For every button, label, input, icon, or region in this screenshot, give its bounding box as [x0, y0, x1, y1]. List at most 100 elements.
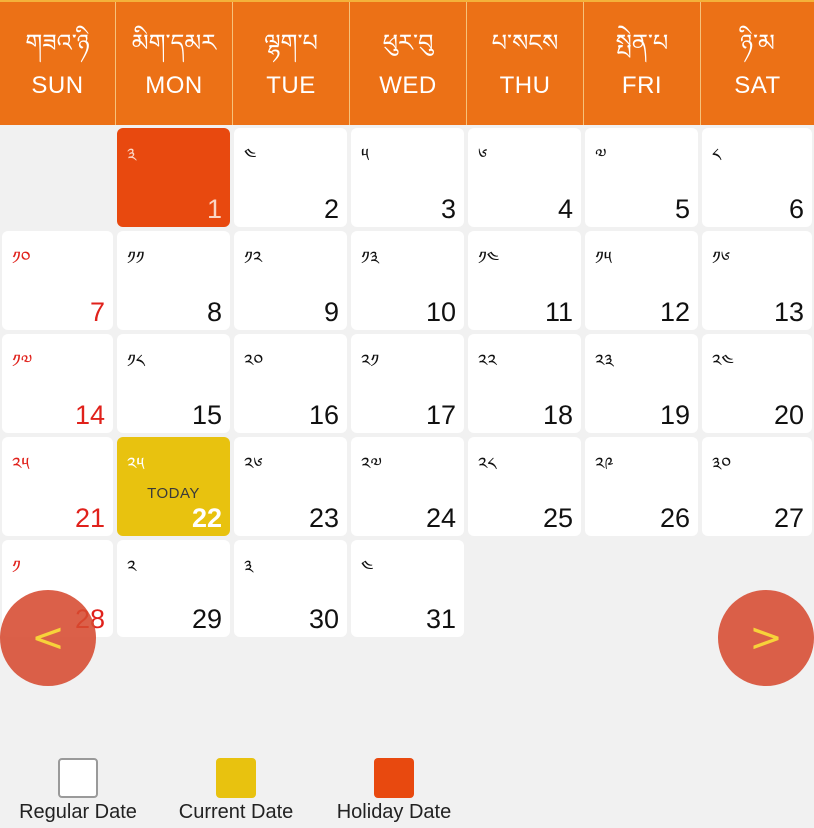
tibetan-day-number: ༡༣ — [361, 248, 379, 269]
weekday-tibetan-label: ལྷག་པ — [264, 28, 318, 57]
gregorian-day-number: 31 — [425, 604, 456, 634]
tibetan-day-number: ༡༢ — [244, 248, 263, 269]
tibetan-day-number: ༧ — [595, 145, 607, 166]
gregorian-day-number: 4 — [557, 194, 573, 224]
weekday-tibetan-label: ཉི་མ — [740, 28, 775, 57]
gregorian-day-number: 30 — [308, 604, 339, 634]
weekday-mon: མིག་དམར MON — [115, 2, 232, 125]
tibetan-day-number: ༣༠ — [712, 454, 732, 475]
weekday-english-label: SUN — [31, 71, 84, 99]
day-cell[interactable]: ༣༠ 27 — [702, 437, 812, 536]
day-cell[interactable]: ༨6 — [702, 128, 812, 227]
day-cell[interactable]: ༢༣ 19 — [585, 334, 698, 433]
legend-label: Holiday Date — [336, 801, 452, 823]
day-cell[interactable]: ༢༩ 26 — [585, 437, 698, 536]
day-cell[interactable]: ༢༢ 18 — [468, 334, 581, 433]
gregorian-day-number: 9 — [323, 297, 339, 327]
gregorian-day-number: 18 — [542, 400, 573, 430]
legend-label: Regular Date — [19, 801, 137, 823]
day-cell[interactable]: ༢༧ 24 — [351, 437, 464, 536]
gregorian-day-number: 16 — [308, 400, 339, 430]
day-cell[interactable]: ༡༣ 10 — [351, 231, 464, 330]
gregorian-day-number: 17 — [425, 400, 456, 430]
tibetan-day-number: ༡༧ — [12, 351, 33, 372]
weekday-thu: པ་སངས THU — [466, 2, 583, 125]
day-cell[interactable]: ༢༡ 17 — [351, 334, 464, 433]
day-cell[interactable]: ༤ 31 — [351, 540, 464, 637]
day-cell[interactable]: ༦4 — [468, 128, 581, 227]
tibetan-day-number: ༢༧ — [361, 454, 382, 475]
tibetan-day-number: ༡ — [12, 557, 21, 578]
day-cell[interactable]: ༢ 29 — [117, 540, 230, 637]
gregorian-day-number: 3 — [440, 194, 456, 224]
previous-month-button[interactable]: < — [0, 590, 96, 686]
day-cell[interactable]: ༡༠ 7 — [2, 231, 113, 330]
tibetan-day-number: ༦ — [478, 145, 488, 166]
day-cell[interactable]: ༢༤ 20 — [702, 334, 812, 433]
legend-swatch-current — [216, 758, 256, 798]
day-cell[interactable]: ༡༡ 8 — [117, 231, 230, 330]
day-cell[interactable]: ༧5 — [585, 128, 698, 227]
tibetan-day-number: ༡༤ — [478, 248, 500, 269]
day-cell[interactable]: ༥3 — [351, 128, 464, 227]
gregorian-day-number: 6 — [788, 194, 804, 224]
tibetan-day-number: ༢༨ — [478, 454, 497, 475]
day-cell[interactable]: ༡༦ 13 — [702, 231, 812, 330]
gregorian-day-number: 23 — [308, 503, 339, 533]
day-cell[interactable]: ༡༤ 11 — [468, 231, 581, 330]
next-month-button[interactable]: > — [718, 590, 814, 686]
day-cell-today[interactable]: ༢༥ TODAY 22 — [117, 437, 230, 536]
gregorian-day-number: 5 — [674, 194, 690, 224]
day-cell[interactable]: ༤2 — [234, 128, 347, 227]
weekday-english-label: FRI — [621, 71, 663, 99]
day-cell[interactable]: ༣ 30 — [234, 540, 347, 637]
calendar-grid: ༣ 1 ༤ 2 ༥ 3 ༦ 4 ༧ 5 ༨ 6 ༡༠ 7 ༡༡ 8 ༡༢ 9 ༡༣ 10 ༡༤ 11 ༡༥ 12 ༡༦ 13 ༡༧ 1… — [0, 126, 814, 641]
day-cell-holiday[interactable]: ༣1 — [117, 128, 230, 227]
tibetan-day-number: ༢ — [127, 557, 137, 578]
day-cell[interactable]: ༡༧ 14 — [2, 334, 113, 433]
tibetan-day-number: ༡༦ — [712, 248, 730, 269]
tibetan-day-number: ༢༦ — [244, 454, 263, 475]
weekday-wed: ཕུར་བུ WED — [349, 2, 466, 125]
gregorian-day-number: 11 — [544, 297, 573, 327]
day-cell[interactable]: ༢༠ 16 — [234, 334, 347, 433]
weekday-sun: གཟའ་ཉི SUN — [0, 2, 115, 125]
weekday-english-label: WED — [379, 71, 437, 99]
legend-regular-date: Regular Date — [8, 758, 148, 824]
day-cell[interactable]: ༢༨ 25 — [468, 437, 581, 536]
weekday-tibetan-label: སྤེན་པ — [615, 28, 669, 57]
weekday-english-label: THU — [499, 71, 551, 99]
gregorian-day-number: 25 — [542, 503, 573, 533]
tibetan-day-number: ༢༣ — [595, 351, 614, 372]
gregorian-day-number: 1 — [206, 194, 222, 224]
gregorian-day-number: 2 — [323, 194, 339, 224]
gregorian-day-number: 27 — [773, 503, 804, 533]
tibetan-day-number: ༡༡ — [127, 248, 145, 269]
day-cell[interactable]: ༡༨ 15 — [117, 334, 230, 433]
gregorian-day-number: 12 — [659, 297, 690, 327]
chevron-right-icon: > — [749, 615, 783, 661]
gregorian-day-number: 29 — [191, 604, 222, 634]
day-cell[interactable]: ༢༦ 23 — [234, 437, 347, 536]
gregorian-day-number: 7 — [89, 297, 105, 327]
weekday-tibetan-label: མིག་དམར — [131, 28, 217, 57]
tibetan-day-number: ༤ — [361, 557, 374, 578]
weekday-tibetan-label: ཕུར་བུ — [382, 28, 434, 57]
tibetan-day-number: ༢༥ — [12, 454, 30, 475]
weekday-english-label: TUE — [266, 71, 316, 99]
weekday-tue: ལྷག་པ TUE — [232, 2, 349, 125]
day-cell[interactable]: ༡༥ 12 — [585, 231, 698, 330]
gregorian-day-number: 24 — [425, 503, 456, 533]
tibetan-day-number: ༢༡ — [361, 351, 380, 372]
day-cell[interactable]: ༡༢ 9 — [234, 231, 347, 330]
tibetan-day-number: ༡༥ — [595, 248, 612, 269]
day-cell[interactable]: ༢༥ 21 — [2, 437, 113, 536]
gregorian-day-number: 13 — [773, 297, 804, 327]
empty-day-cell — [2, 128, 113, 227]
weekday-english-label: SAT — [734, 71, 781, 99]
gregorian-day-number: 8 — [206, 297, 222, 327]
tibetan-day-number: ༢༠ — [244, 351, 264, 372]
tibetan-day-number: ༣ — [244, 557, 254, 578]
weekday-fri: སྤེན་པ FRI — [583, 2, 700, 125]
legend: Regular Date Current Date Holiday Date — [0, 758, 814, 828]
